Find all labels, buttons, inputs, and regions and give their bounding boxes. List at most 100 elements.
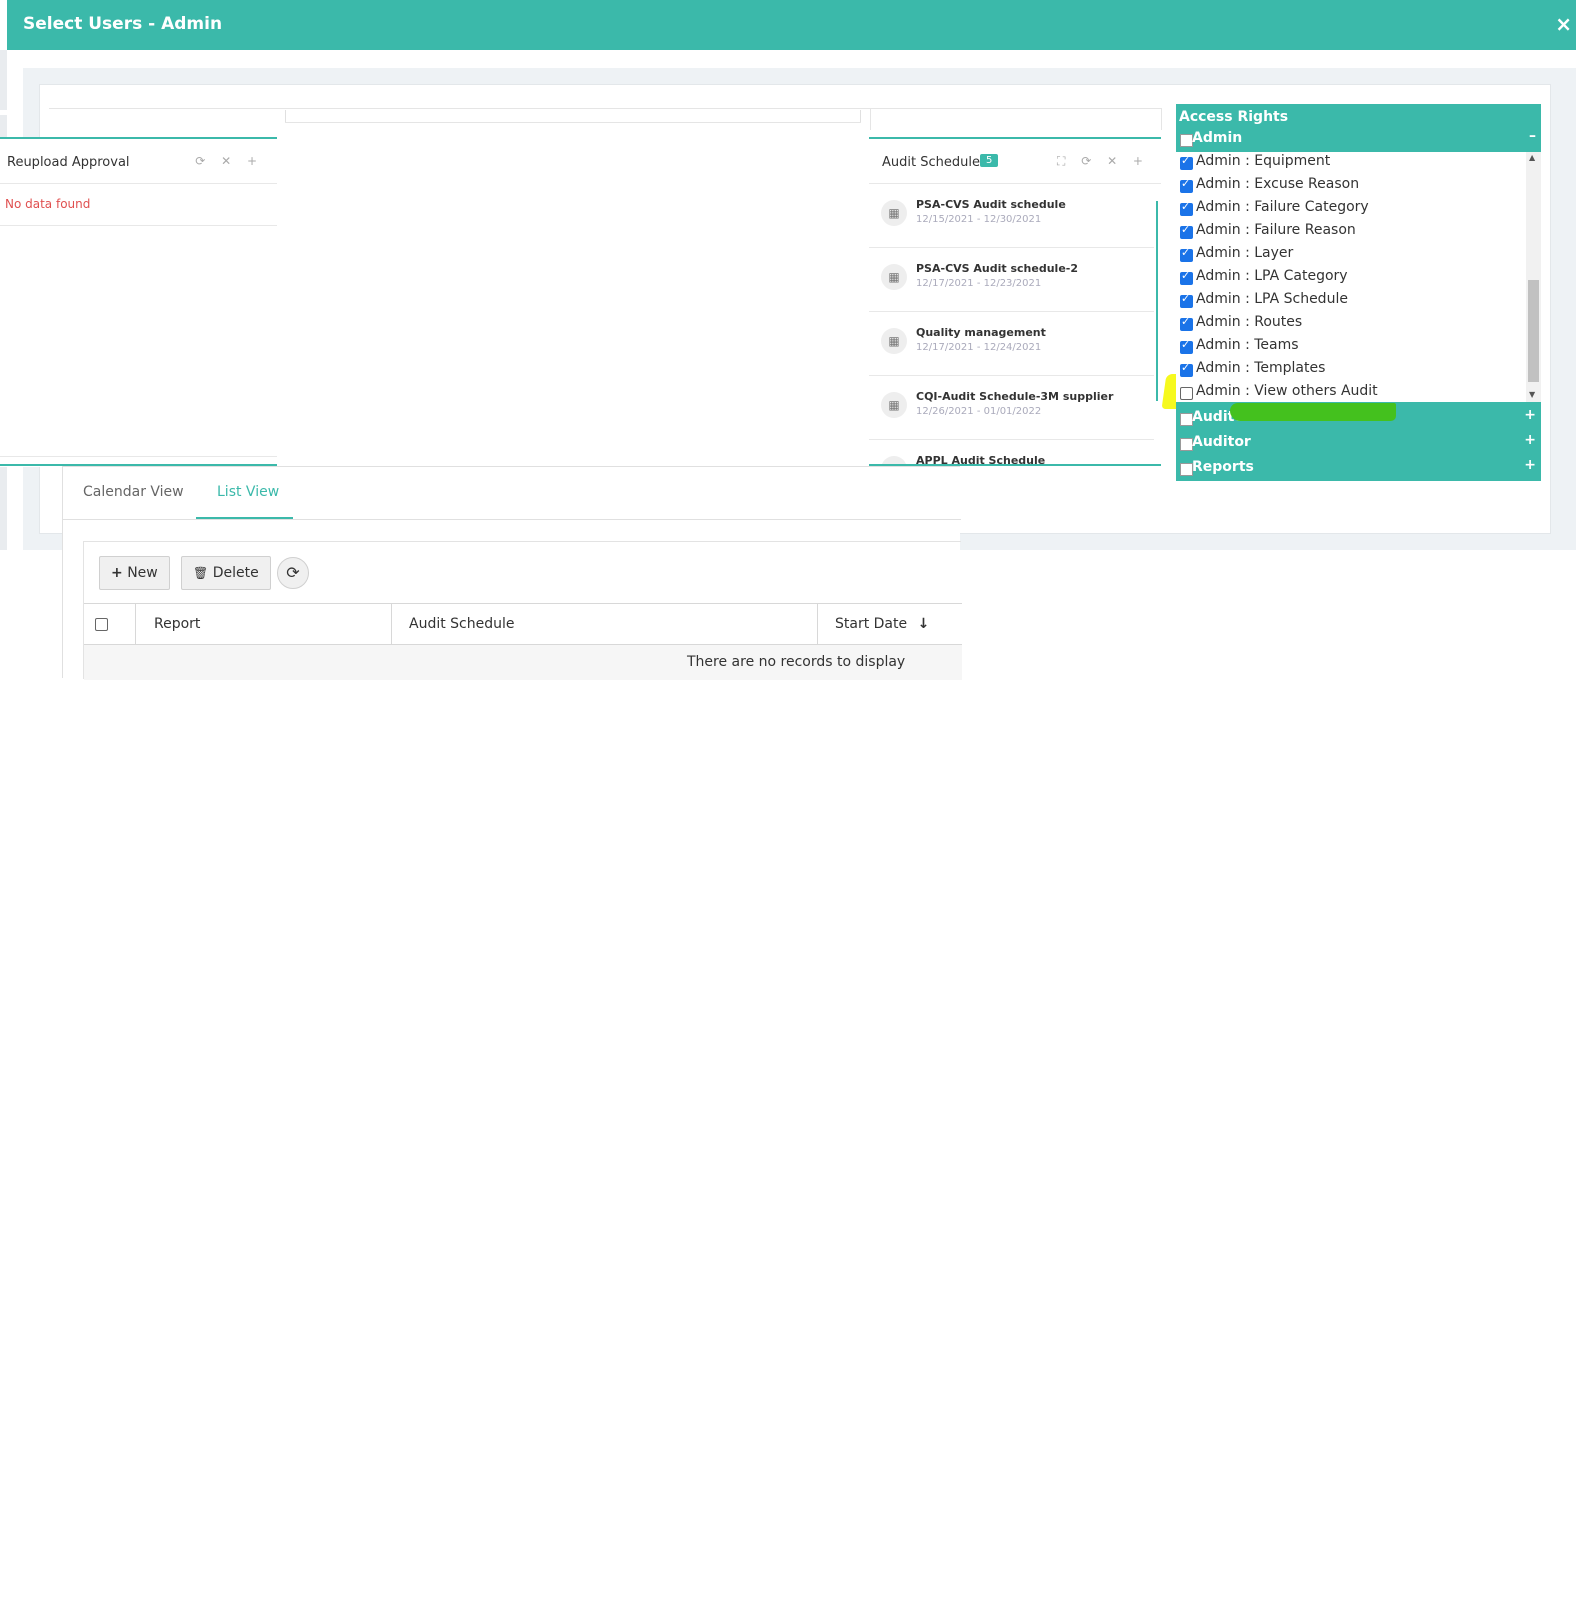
calendar-icon: ▦ [881,264,907,290]
schedule-dates: 12/17/2021 - 12/24/2021 [916,342,1042,353]
calendar-icon: ▦ [881,328,907,354]
permission-checkbox[interactable] [1180,338,1193,354]
modal-header: Select Users - Admin × [7,0,1576,50]
widget-controls-icon[interactable]: ⛶ ⟳ ✕ + [1057,154,1149,169]
dashboard-divider [285,110,286,122]
permission-label: Admin : View others Audit [1196,383,1378,399]
permission-label: Admin : Equipment [1196,153,1331,169]
schedule-name: CQI-Audit Schedule-3M supplier [916,390,1114,403]
permission-item[interactable]: Admin : LPA Category [1176,267,1526,290]
expand-icon[interactable]: + [1524,457,1536,473]
scrollbar[interactable]: ▲ ▼ [1526,152,1541,402]
select-all-checkbox[interactable] [95,618,108,631]
permission-checkbox[interactable] [1180,200,1193,216]
schedule-dates: 12/17/2021 - 12/23/2021 [916,278,1042,289]
column-header-audit-schedule[interactable]: Audit Schedule [409,616,515,632]
delete-button[interactable]: 🗑 Delete [181,556,271,590]
group-auditor[interactable]: Auditor + [1176,432,1541,456]
tab-list-view[interactable]: List View [217,484,279,500]
group-reports[interactable]: Reports + [1176,457,1541,481]
audit-schedule-widget: Audit Schedule 5 ⛶ ⟳ ✕ + ▦ PSA-CVS Audit… [869,137,1161,467]
column-header-label: Start Date [835,616,908,632]
tab-calendar-view[interactable]: Calendar View [83,484,184,500]
schedule-name: PSA-CVS Audit schedule [916,198,1066,211]
schedule-name: Quality management [916,326,1046,339]
schedule-item[interactable]: ▦ Quality management 12/17/2021 - 12/24/… [869,312,1154,376]
dashboard-divider [860,110,861,122]
schedule-dates: 12/15/2021 - 12/30/2021 [916,214,1042,225]
permission-checkbox[interactable] [1180,269,1193,285]
sort-descending-icon: ↓ [917,616,930,632]
scroll-down-icon[interactable]: ▼ [1529,390,1535,399]
trash-icon: 🗑 [193,566,209,580]
access-rights-panel: Access Rights Admin – Admin : EquipmentA… [1176,104,1541,481]
group-label: Admin [1192,130,1243,146]
refresh-icon[interactable]: ⟳ [277,557,309,589]
permission-label: Admin : Routes [1196,314,1303,330]
permission-checkbox[interactable] [1180,315,1193,331]
permission-checkbox[interactable] [1180,154,1193,170]
plus-icon: + [111,565,123,581]
permission-label: Admin : Templates [1196,360,1326,376]
permission-item[interactable]: Admin : Routes [1176,313,1526,336]
scrollbar[interactable] [1156,201,1158,401]
schedule-tabs: Calendar View List View + New 🗑 Delete ⟳… [62,466,962,680]
calendar-icon: ▦ [881,392,907,418]
empty-message: No data found [5,197,91,211]
scroll-thumb[interactable] [1528,280,1539,382]
permission-checkbox[interactable] [1180,177,1193,193]
column-header-start-date[interactable]: Start Date ↓ [835,616,929,632]
new-button-label: New [127,565,158,581]
new-button[interactable]: + New [99,556,170,590]
dashboard-fragment [870,108,1162,130]
dashboard-divider [285,122,861,123]
widget-title: Audit Schedule [882,155,980,170]
scroll-up-icon[interactable]: ▲ [1529,153,1535,162]
schedule-item[interactable]: ▦ PSA-CVS Audit schedule-2 12/17/2021 - … [869,248,1154,312]
expand-icon[interactable]: + [1524,432,1536,448]
permission-item[interactable]: Admin : Failure Reason [1176,221,1526,244]
schedule-name: PSA-CVS Audit schedule-2 [916,262,1078,275]
permission-label: Admin : LPA Schedule [1196,291,1348,307]
permission-checkbox[interactable] [1180,223,1193,239]
permission-item[interactable]: Admin : LPA Schedule [1176,290,1526,313]
schedule-item[interactable]: ▦ PSA-CVS Audit schedule 12/15/2021 - 12… [869,184,1154,248]
permission-item[interactable]: Admin : Failure Category [1176,198,1526,221]
schedule-dates: 12/26/2021 - 01/01/2022 [916,406,1042,417]
reupload-approval-widget: Reupload Approval ⟳ ✕ + No data found [0,137,277,467]
close-icon[interactable]: × [1555,12,1572,36]
permission-checkbox[interactable] [1180,387,1193,400]
group-admin[interactable]: Admin – [1176,128,1541,152]
count-badge: 5 [980,154,999,167]
widget-controls-icon[interactable]: ⟳ ✕ + [195,154,263,168]
calendar-icon: ▦ [881,200,907,226]
permission-list: Admin : Equipment Admin : Excuse Reason Ad… [1176,152,1541,402]
schedule-item[interactable]: ▦ APPL Audit Schedule [869,440,1154,467]
table-body: There are no records to display [84,645,962,680]
permission-item[interactable]: Admin : Excuse Reason [1176,175,1526,198]
permission-checkbox[interactable] [1180,246,1193,262]
no-records-message: There are no records to display [687,654,906,670]
table-header: Report Audit Schedule Start Date ↓ [84,603,962,645]
permission-item[interactable]: Admin : Layer [1176,244,1526,267]
permission-label: Admin : LPA Category [1196,268,1348,284]
permission-label: Admin : Failure Reason [1196,222,1356,238]
permission-checkbox[interactable] [1180,361,1193,377]
records-grid: + New 🗑 Delete ⟳ Report Audit Schedule S… [83,541,962,680]
permission-label: Admin : Teams [1196,337,1299,353]
highlight-mark [1230,403,1396,421]
schedule-item[interactable]: ▦ CQI-Audit Schedule-3M supplier 12/26/2… [869,376,1154,440]
permission-item[interactable]: Admin : Templates [1176,359,1526,382]
permission-label: Admin : Layer [1196,245,1294,261]
permission-checkbox[interactable] [1180,292,1193,308]
expand-icon[interactable]: + [1524,407,1536,423]
permission-label: Admin : Excuse Reason [1196,176,1360,192]
collapse-icon[interactable]: – [1529,128,1536,144]
permission-item[interactable]: Admin : Teams [1176,336,1526,359]
permission-label: Admin : Failure Category [1196,199,1369,215]
delete-button-label: Delete [212,565,259,581]
permission-item[interactable]: Admin : Equipment [1176,152,1526,175]
column-header-report[interactable]: Report [154,616,200,632]
permission-item[interactable]: Admin : View others Audit [1176,382,1526,402]
access-rights-title: Access Rights [1179,109,1289,125]
